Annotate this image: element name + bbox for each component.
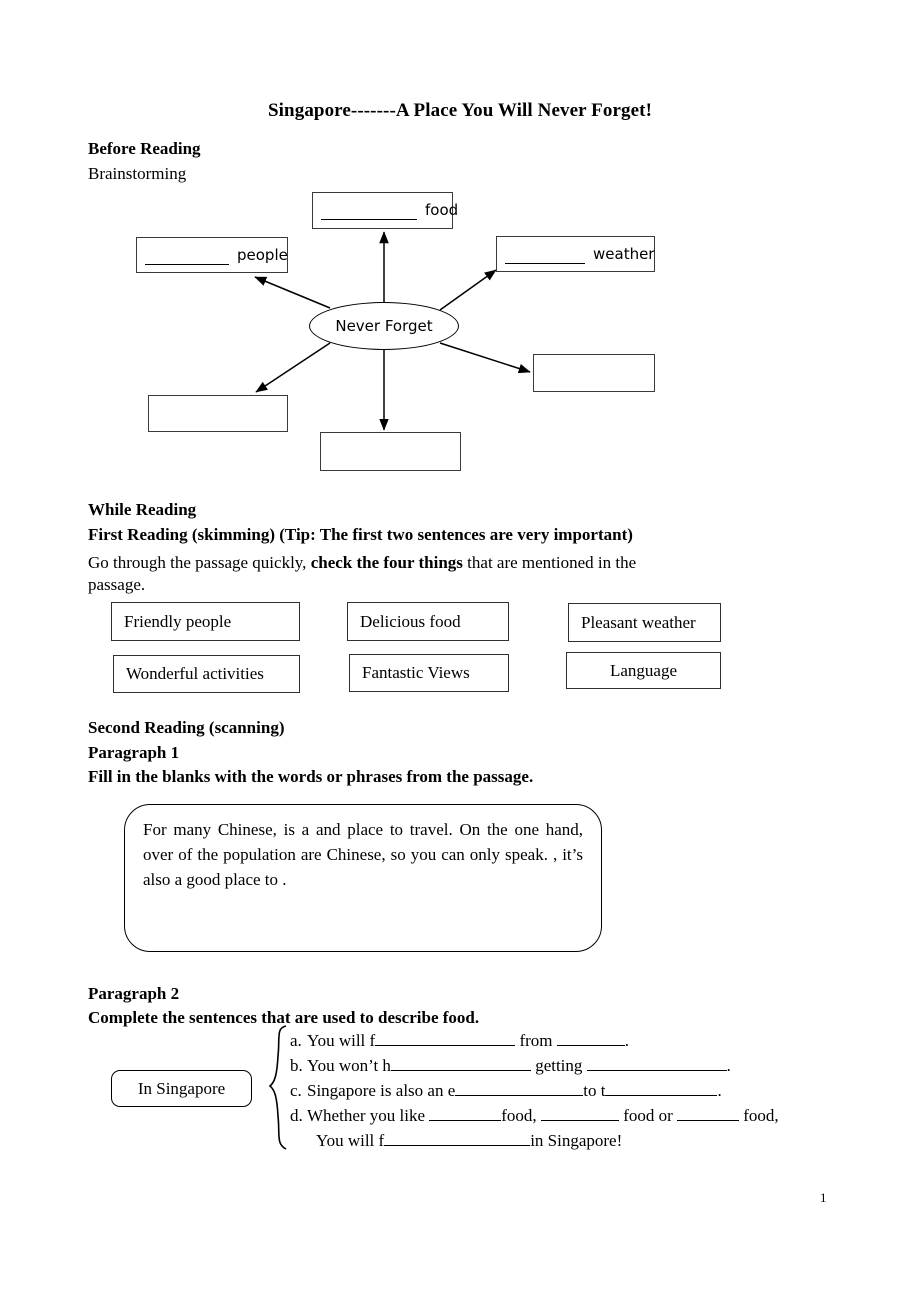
option-label: Friendly people [124, 611, 232, 631]
sentence-text-a1: You will f [307, 1031, 376, 1050]
page-title: Singapore-------A Place You Will Never F… [268, 100, 652, 121]
instruction-text-2: that are mentioned in the [462, 553, 637, 572]
p1-seg-2: is a [283, 820, 310, 839]
p1-seg-1: For many Chinese, [143, 820, 277, 839]
sentence-d-blank-4[interactable] [384, 1130, 531, 1146]
p1-seg-8: . [282, 870, 287, 889]
sentence-text-a2: from [515, 1031, 557, 1050]
sentence-b-blank-2[interactable] [586, 1055, 727, 1071]
option-box-delicious-food[interactable]: Delicious food [347, 602, 509, 641]
p1-seg-3: and [315, 820, 341, 839]
diagram-blank-people [145, 246, 229, 265]
sentence-a-blank-1[interactable] [375, 1030, 516, 1046]
paragraph2-heading: Paragraph 2 [88, 984, 180, 1003]
paragraph2-sentence-list: a. You will f from . b. You won’t h gettin… [290, 1028, 850, 1153]
sentence-marker: b. [290, 1056, 303, 1075]
sentence-text-d3: food or [618, 1106, 678, 1125]
sentence-marker: a. [290, 1031, 302, 1050]
sentence-text-d4: food, [739, 1106, 779, 1125]
sentence-d-blank-2[interactable] [540, 1105, 619, 1121]
diagram-box-empty-bottom [320, 432, 461, 471]
sentence-text-c3: . [717, 1081, 722, 1100]
diagram-blank-weather [505, 245, 585, 264]
sentence-b-blank-1[interactable] [390, 1055, 531, 1071]
sentence-text-c2: to t [583, 1081, 606, 1100]
first-reading-heading: First Reading (skimming) (Tip: The first… [88, 525, 633, 544]
sentence-a-blank-2[interactable] [556, 1030, 625, 1046]
option-label: Wonderful activities [126, 664, 264, 683]
diagram-center-ellipse: Never Forget [309, 302, 459, 350]
sentence-marker: d. [290, 1106, 303, 1125]
option-box-wonderful-activities[interactable]: Wonderful activities [113, 655, 300, 693]
sentence-c-blank-2[interactable] [605, 1080, 718, 1096]
option-label: Delicious food [360, 611, 461, 631]
p1-seg-5: of the population are Chinese, so you ca… [178, 845, 544, 864]
sentence-text-b2: getting [530, 1056, 587, 1075]
page-number: 1 [820, 1190, 827, 1205]
first-reading-instruction: Go through the passage quickly, check th… [88, 550, 708, 575]
sentence-text-b1: You won’t h [307, 1056, 391, 1075]
instruction-text-line2: passage. [88, 575, 146, 594]
instruction-text-bold: check the four things [310, 553, 463, 572]
sentence-text-b3: . [726, 1056, 731, 1075]
sentence-text-a3: . [624, 1031, 629, 1050]
before-reading-heading: Before Reading [88, 139, 201, 158]
sentence-marker: c. [290, 1081, 302, 1100]
paragraph1-fill-box: For many Chinese, is a and place to trav… [124, 804, 602, 952]
diagram-box-empty-right [533, 354, 655, 392]
sentence-text-d2: food, [501, 1106, 541, 1125]
paragraph1-heading: Paragraph 1 [88, 743, 180, 762]
sentence-item-a: a. You will f from . [290, 1028, 850, 1053]
second-reading-heading: Second Reading (scanning) [88, 718, 285, 737]
sentence-item-d-line2: You will f in Singapore! [290, 1128, 850, 1153]
sentence-text-c1: Singapore is also an e [307, 1081, 456, 1100]
diagram-box-people-text: people [137, 246, 288, 265]
while-reading-heading: While Reading [88, 500, 197, 519]
sentence-text-d1: Whether you like [307, 1106, 430, 1125]
diagram-box-people: people [136, 237, 288, 273]
in-singapore-label: In Singapore [137, 1078, 226, 1098]
diagram-center-label: Never Forget [335, 317, 433, 335]
p1-seg-6: . [543, 845, 548, 864]
paragraph1-instruction: Fill in the blanks with the words or phr… [88, 767, 534, 786]
option-label: Pleasant weather [581, 612, 696, 632]
document-page: Singapore-------A Place You Will Never F… [0, 0, 920, 1302]
diagram-blank-food [321, 201, 417, 220]
sentence-text-d6: in Singapore! [530, 1131, 623, 1150]
diagram-box-food: food [312, 192, 458, 229]
option-label: Fantastic Views [362, 663, 470, 682]
diagram-box-weather: weather [496, 236, 655, 272]
sentence-d-blank-3[interactable] [677, 1105, 740, 1121]
sentence-c-blank-1[interactable] [455, 1080, 584, 1096]
in-singapore-label-box: In Singapore [111, 1070, 252, 1107]
option-box-friendly-people[interactable]: Friendly people [111, 602, 300, 641]
diagram-box-weather-text: weather [497, 245, 654, 264]
option-box-language[interactable]: Language [566, 652, 721, 689]
brainstorming-diagram: food people weather Never Forget [0, 180, 920, 490]
paragraph1-text: For many Chinese, is a and place to trav… [143, 817, 583, 892]
option-box-pleasant-weather[interactable]: Pleasant weather [568, 603, 721, 642]
sentence-item-c: c. Singapore is also an e to t. [290, 1078, 850, 1103]
sentence-item-d: d. Whether you like food, food or food, [290, 1103, 850, 1128]
diagram-box-food-text: food [313, 201, 458, 220]
option-label: Language [609, 660, 678, 680]
sentence-item-b: b. You won’t h getting . [290, 1053, 850, 1078]
instruction-text-1: Go through the passage quickly, [88, 553, 311, 572]
sentence-text-d5: You will f [316, 1131, 385, 1150]
sentence-d-blank-1[interactable] [429, 1105, 502, 1121]
option-box-fantastic-views[interactable]: Fantastic Views [349, 654, 509, 692]
diagram-box-empty-left [148, 395, 288, 432]
